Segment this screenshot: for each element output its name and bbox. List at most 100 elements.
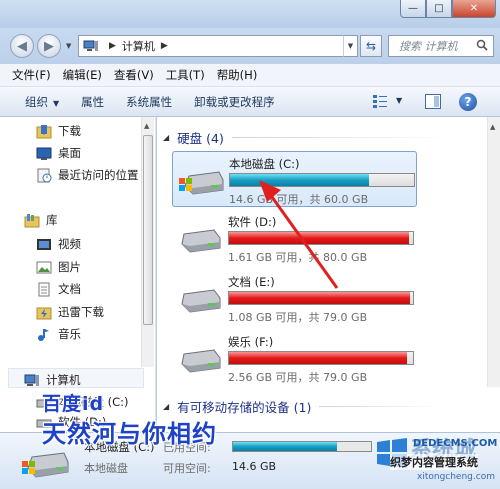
- menu-edit[interactable]: 编辑(E): [63, 67, 102, 83]
- nav-item-pictures[interactable]: 图片: [36, 259, 81, 275]
- address-dropdown[interactable]: ▼: [343, 35, 358, 57]
- nav-item-desktop[interactable]: 桌面: [36, 145, 81, 161]
- nav-label: 最近访问的位置: [58, 168, 139, 182]
- forward-button[interactable]: ▶: [37, 34, 61, 58]
- nav-label: 下载: [58, 124, 81, 138]
- back-button[interactable]: ◀: [10, 34, 34, 58]
- details-usage-bar: [232, 441, 372, 452]
- watermark-url: xitongcheng.com: [417, 472, 495, 482]
- window-controls: — □ ✕: [400, 0, 496, 18]
- windows-hard-drive-icon: [22, 452, 69, 478]
- title-bar: — □ ✕: [0, 0, 500, 28]
- organize-button[interactable]: 组织 ▼: [25, 94, 59, 110]
- nav-item-recent-places[interactable]: 最近访问的位置: [36, 167, 139, 183]
- drive-usage-bar: [228, 351, 414, 365]
- navigation-row: ◀ ▶ ▼ ▶ 计算机 ▶ ▼ ⇆ 搜索 计算机: [0, 28, 500, 64]
- search-placeholder: 搜索 计算机: [399, 40, 458, 53]
- nav-scroll-thumb[interactable]: [143, 135, 153, 325]
- details-drive-type: 本地磁盘: [84, 462, 128, 475]
- menu-help[interactable]: 帮助(H): [217, 67, 258, 83]
- hard-drive-icon: [181, 349, 221, 373]
- collapse-triangle-icon[interactable]: ◢: [163, 402, 169, 411]
- drive-f[interactable]: 娱乐 (F:) 2.56 GB 可用，共 79.0 GB: [172, 330, 417, 386]
- minimize-button[interactable]: —: [400, 0, 426, 18]
- library-icon: [24, 213, 40, 227]
- nav-label: 视频: [58, 237, 81, 251]
- menu-bar: 文件(F) 编辑(E) 查看(V) 工具(T) 帮助(H): [0, 64, 500, 87]
- overlay-caption-line1: 百度id: [42, 393, 105, 415]
- nav-label: 音乐: [58, 327, 81, 341]
- preview-pane-icon[interactable]: [425, 94, 441, 109]
- nav-label: 桌面: [58, 146, 81, 160]
- refresh-button[interactable]: ⇆: [360, 35, 382, 57]
- content-scrollbar[interactable]: ▲: [487, 117, 500, 387]
- nav-label: 计算机: [46, 373, 81, 387]
- nav-item-music[interactable]: 音乐: [36, 326, 81, 342]
- recent-pages-dropdown[interactable]: ▼: [66, 42, 71, 50]
- pictures-icon: [36, 261, 52, 273]
- menu-file[interactable]: 文件(F): [12, 67, 51, 83]
- address-bar[interactable]: ▶ 计算机 ▶: [78, 35, 358, 57]
- help-icon[interactable]: ?: [459, 93, 477, 111]
- nav-scrollbar[interactable]: ▲: [141, 117, 154, 367]
- maximize-button[interactable]: □: [426, 0, 452, 18]
- search-input[interactable]: 搜索 计算机: [388, 35, 494, 57]
- collapse-triangle-icon[interactable]: ◢: [163, 133, 169, 142]
- drive-space-info: 2.56 GB 可用，共 79.0 GB: [228, 371, 368, 384]
- music-icon: [38, 328, 49, 341]
- nav-label: 文档: [58, 282, 81, 296]
- refresh-icon: ⇆: [365, 39, 377, 53]
- desktop-icon: [36, 147, 52, 160]
- group-divider: [231, 137, 452, 138]
- breadcrumb-computer[interactable]: 计算机: [122, 38, 155, 54]
- breadcrumb-arrow-icon[interactable]: ▶: [161, 41, 168, 51]
- group-title: 硬盘 (4): [177, 131, 224, 146]
- change-view-icon[interactable]: [372, 94, 388, 109]
- properties-button[interactable]: 属性: [81, 94, 104, 110]
- watermark-name: 织梦内容管理系统: [390, 454, 478, 470]
- scroll-up-icon[interactable]: ▲: [144, 122, 149, 130]
- menu-view[interactable]: 查看(V): [114, 67, 154, 83]
- drive-usage-fill: [229, 352, 408, 364]
- back-arrow-icon: ◀: [17, 38, 27, 54]
- documents-icon: [38, 282, 50, 296]
- videos-icon: [37, 238, 51, 250]
- nav-item-library[interactable]: 库: [24, 212, 58, 228]
- computer-icon: [24, 374, 39, 386]
- group-hard-disks[interactable]: ◢ 硬盘 (4): [163, 128, 452, 147]
- nav-label: 库: [46, 213, 58, 227]
- details-usage-fill: [233, 442, 338, 451]
- hard-drive-icon: [181, 289, 221, 313]
- drive-space-info: 1.08 GB 可用，共 79.0 GB: [228, 311, 368, 324]
- organize-label: 组织: [25, 94, 48, 109]
- drive-name: 娱乐 (F:): [228, 335, 274, 349]
- computer-icon: [83, 40, 98, 51]
- drive-name: 本地磁盘 (C:): [229, 157, 300, 171]
- nav-item-thunder-downloads[interactable]: 迅雷下载: [36, 304, 104, 320]
- menu-tools[interactable]: 工具(T): [166, 67, 205, 83]
- breadcrumb-arrow-icon[interactable]: ▶: [109, 41, 116, 51]
- nav-item-computer[interactable]: 计算机: [24, 372, 81, 388]
- nav-label: 图片: [58, 260, 81, 274]
- recent-places-icon: [37, 168, 52, 182]
- windows-hard-drive-icon: [179, 171, 224, 195]
- details-free-label: 可用空间:: [163, 462, 211, 475]
- watermark-domain: DEDECMS.COM: [413, 438, 498, 449]
- overlay-caption-line2: 天然河与你相约: [42, 420, 217, 448]
- nav-item-documents[interactable]: 文档: [36, 281, 81, 297]
- command-bar: 组织 ▼ 属性 系统属性 卸载或更改程序 ▼ ?: [0, 87, 500, 117]
- group-divider: [319, 406, 440, 407]
- scroll-up-icon[interactable]: ▲: [490, 123, 495, 131]
- nav-item-videos[interactable]: 视频: [36, 236, 81, 252]
- chevron-down-icon: ▼: [53, 98, 60, 108]
- close-button[interactable]: ✕: [452, 0, 496, 18]
- system-properties-button[interactable]: 系统属性: [126, 94, 172, 110]
- nav-item-downloads[interactable]: 下载: [36, 123, 81, 139]
- downloads-folder-icon: [36, 124, 52, 138]
- view-dropdown-icon[interactable]: ▼: [396, 96, 402, 105]
- search-icon[interactable]: [476, 39, 488, 51]
- nav-label: 迅雷下载: [58, 305, 104, 319]
- hard-drive-icon: [181, 229, 221, 253]
- uninstall-program-button[interactable]: 卸载或更改程序: [194, 94, 275, 110]
- annotation-arrow-icon: [259, 180, 339, 289]
